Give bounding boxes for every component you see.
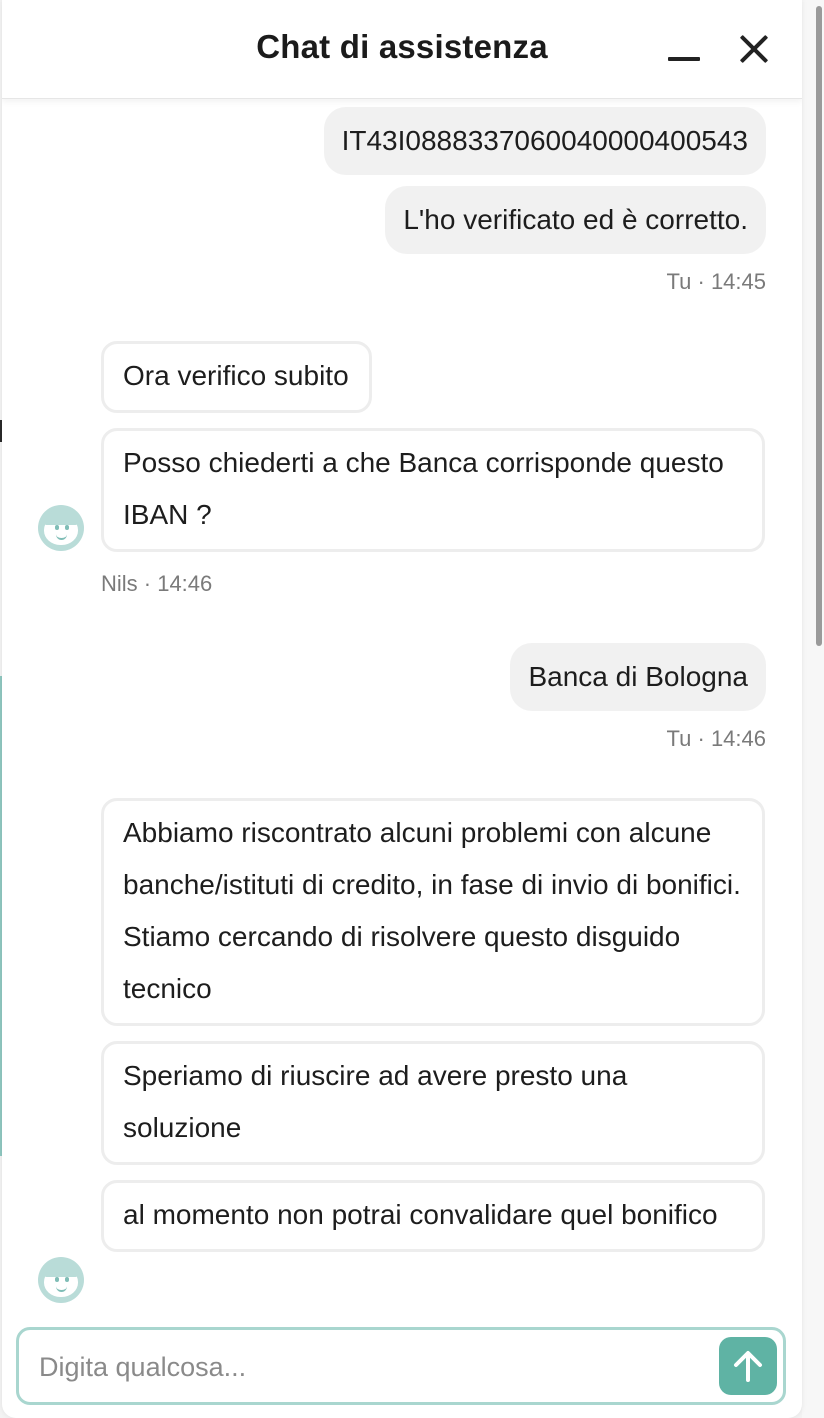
message-meta: Tu · 14:46 (666, 726, 766, 751)
send-button[interactable] (719, 1337, 777, 1395)
agent-message: al momento non potrai convalidare quel b… (101, 1180, 765, 1252)
user-message: Banca di Bologna (510, 643, 766, 711)
minimize-icon[interactable] (662, 30, 706, 70)
close-icon[interactable] (732, 28, 776, 72)
message-meta: Tu · 14:45 (666, 269, 766, 294)
agent-avatar-icon (38, 505, 84, 551)
agent-message: Ora verifico subito (101, 341, 372, 413)
message-meta: Nils · 14:46 (101, 571, 213, 596)
user-message: L'ho verificato ed è corretto. (385, 186, 766, 254)
chat-widget: Chat di assistenza IT43I0888337060040000… (2, 0, 802, 1418)
agent-avatar-icon (38, 1257, 84, 1303)
message-input[interactable] (37, 1346, 691, 1388)
message-composer (16, 1327, 786, 1405)
message-list[interactable]: IT43I0888337060040000400543 L'ho verific… (2, 98, 802, 1320)
user-message: IT43I0888337060040000400543 (323, 107, 766, 175)
page-scrollbar[interactable] (802, 0, 824, 1418)
agent-message: Abbiamo riscontrato alcuni problemi con … (101, 798, 765, 1026)
agent-message: Speriamo di riuscire ad avere presto una… (101, 1041, 765, 1165)
chat-header: Chat di assistenza (2, 0, 802, 99)
arrow-up-icon (734, 1351, 762, 1382)
page-scrollbar-thumb[interactable] (816, 6, 822, 646)
agent-message: Posso chiederti a che Banca corrisponde … (101, 428, 765, 552)
